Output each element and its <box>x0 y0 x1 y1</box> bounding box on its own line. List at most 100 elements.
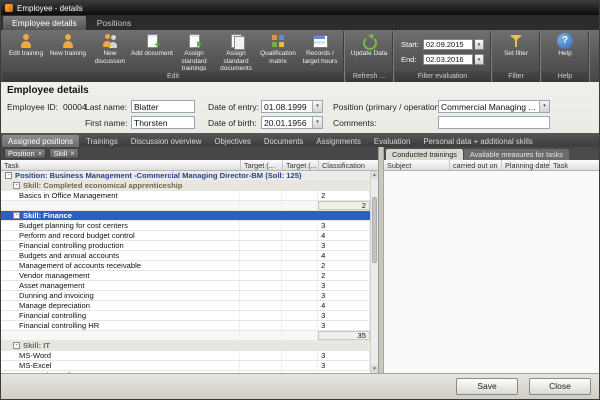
last-name-value: Blatter <box>132 102 194 112</box>
tab-documents[interactable]: Documents <box>258 135 309 147</box>
window-titlebar[interactable]: Employee - details <box>1 1 599 15</box>
group-chip-skill[interactable]: Skill× <box>49 148 78 159</box>
task-row[interactable]: Vendor management2 <box>1 271 370 281</box>
close-button[interactable]: Close <box>529 378 591 395</box>
task-row[interactable]: Basics in Office Management2 <box>1 191 370 201</box>
tab-objectives[interactable]: Objectives <box>208 135 256 147</box>
position-combobox[interactable]: Commercial Managing ... ▾ <box>438 100 550 113</box>
scrollbar-thumb[interactable] <box>372 197 377 263</box>
group-row-skill-completed-economical-apprenticeshi[interactable]: -Skill: Completed economical apprentices… <box>1 181 370 191</box>
last-name-field[interactable]: Blatter <box>131 100 195 113</box>
task-row[interactable]: Management of accounts receivable2 <box>1 261 370 271</box>
group-chip-position[interactable]: Position× <box>4 148 46 159</box>
task-row[interactable]: Financial controlling3 <box>1 311 370 321</box>
group-row-position-business-management-commercial-[interactable]: -Position: Business Management -Commerci… <box>1 171 370 181</box>
target1-cell <box>240 261 282 270</box>
ribbon-group-label: Help <box>542 71 588 82</box>
ribbon-button-edit-training[interactable]: Edit training <box>5 32 47 71</box>
ribbon-button-set-filter[interactable]: Set filter <box>495 32 537 71</box>
column-header-subject[interactable]: Subject <box>384 160 450 170</box>
date-field-label: Start: <box>401 40 421 49</box>
ribbon-button-records-target-hours[interactable]: Records / target hours <box>299 32 341 71</box>
task-row[interactable]: Perform and record budget control4 <box>1 231 370 241</box>
ribbon-button-qualification-matrix[interactable]: Qualification matrix <box>257 32 299 71</box>
collapse-icon[interactable]: - <box>13 342 20 349</box>
task-row[interactable]: MS-Word3 <box>1 351 370 361</box>
tab-conducted-trainings[interactable]: Conducted trainings <box>386 149 463 160</box>
column-header-carried-out-on[interactable]: carried out on <box>450 160 502 170</box>
date-input-end[interactable]: 02.03.2016 <box>423 54 473 65</box>
tab-trainings[interactable]: Trainings <box>80 135 124 147</box>
group-row-skill-it[interactable]: -Skill: IT <box>1 341 370 351</box>
date-of-entry-field[interactable]: 01.08.1999 ▾ <box>261 100 323 113</box>
target2-cell <box>282 281 318 290</box>
scroll-down-icon[interactable]: ▼ <box>371 365 378 373</box>
close-icon[interactable]: × <box>70 149 75 158</box>
sum-spacer <box>1 201 240 210</box>
ribbon-button-label: Edit training <box>9 50 43 58</box>
ribbon-tab-employee-details[interactable]: Employee details <box>3 16 86 30</box>
column-header-planning-date[interactable]: Planning date <box>502 160 550 170</box>
ribbon-button-help[interactable]: Help <box>544 32 586 71</box>
ribbon-button-new-discussion[interactable]: New discussion <box>89 32 131 71</box>
ribbon-button-label: Add document <box>131 50 173 58</box>
task-cell: Vendor management <box>1 271 240 280</box>
comments-field[interactable] <box>438 116 550 129</box>
column-header-target-2[interactable]: Target (... <box>283 160 319 170</box>
column-header-classification-3[interactable]: Classification <box>319 160 371 170</box>
task-cell: Financial controlling production <box>1 241 240 250</box>
first-name-label: First name: <box>85 118 128 128</box>
ribbon-button-add-document[interactable]: Add document <box>131 32 173 71</box>
scroll-up-icon[interactable]: ▲ <box>371 171 378 179</box>
collapse-icon[interactable]: - <box>13 212 20 219</box>
task-row[interactable]: Budget planning for cost centers3 <box>1 221 370 231</box>
target2-cell <box>282 221 318 230</box>
ribbon-button-label: New discussion <box>89 50 131 65</box>
task-row[interactable]: Financial controlling production3 <box>1 241 370 251</box>
save-button[interactable]: Save <box>456 378 518 395</box>
task-row[interactable]: Financial controlling HR3 <box>1 321 370 331</box>
column-header-task-0[interactable]: Task <box>1 160 241 170</box>
tab-assignments[interactable]: Assignments <box>310 135 367 147</box>
ribbon-button-new-training[interactable]: New training <box>47 32 89 71</box>
date-of-birth-field[interactable]: 20.01.1956 ▾ <box>261 116 323 129</box>
chevron-down-icon[interactable]: ▾ <box>475 39 484 50</box>
chevron-down-icon[interactable]: ▾ <box>475 54 484 65</box>
task-row[interactable]: MS-Excel3 <box>1 361 370 371</box>
collapse-icon[interactable]: - <box>13 182 20 189</box>
vertical-scrollbar[interactable]: ▲ ▼ <box>370 171 378 373</box>
target1-cell <box>240 231 282 240</box>
task-row[interactable]: Manage depreciation4 <box>1 301 370 311</box>
ribbon-button-assign-standard-documents[interactable]: Assign standard documents <box>215 32 257 71</box>
tab-discussion-overview[interactable]: Discussion overview <box>125 135 208 147</box>
date-of-entry-value: 01.08.1999 <box>262 102 312 112</box>
close-icon[interactable]: × <box>38 149 43 158</box>
scrollbar-track[interactable] <box>371 179 378 365</box>
tab-evaluation[interactable]: Evaluation <box>368 135 416 147</box>
first-name-field[interactable]: Thorsten <box>131 116 195 129</box>
chevron-down-icon[interactable]: ▾ <box>312 101 322 112</box>
ribbon-button-update-data[interactable]: Update Data <box>348 32 390 71</box>
ribbon-button-label: Assign standard documents <box>215 50 257 71</box>
collapse-icon[interactable]: - <box>5 172 12 179</box>
ribbon-group-items: Set filter <box>493 31 539 71</box>
ribbon-group-label: Filter evaluation <box>395 71 490 82</box>
task-cell: Financial controlling <box>1 311 240 320</box>
group-row-skill-finance[interactable]: -Skill: Finance <box>1 211 370 221</box>
chevron-down-icon[interactable]: ▾ <box>312 117 322 128</box>
task-row[interactable]: Dunning and invoicing3 <box>1 291 370 301</box>
task-row[interactable]: Budgets and annual accounts4 <box>1 251 370 261</box>
position-value: Commercial Managing ... <box>439 102 539 112</box>
tab-available-measures-for-tasks[interactable]: Available measures for tasks <box>464 149 569 160</box>
ribbon-group-label: Filter <box>493 71 539 82</box>
tab-personal-data-additional-skills[interactable]: Personal data + additional skills <box>417 135 538 147</box>
date-input-start[interactable]: 02.09.2015 <box>423 39 473 50</box>
task-row[interactable]: Asset management3 <box>1 281 370 291</box>
column-header-target-1[interactable]: Target (... <box>241 160 283 170</box>
ribbon-button-assign-standard-trainings[interactable]: Assign standard trainings <box>173 32 215 71</box>
tab-assigned-positions[interactable]: Assigned positions <box>2 135 79 147</box>
ribbon-tab-positions[interactable]: Positions <box>88 16 141 30</box>
column-header-task[interactable]: Task <box>550 160 599 170</box>
date-field-row: End:02.03.2016▾ <box>401 54 484 65</box>
chevron-down-icon[interactable]: ▾ <box>539 101 549 112</box>
